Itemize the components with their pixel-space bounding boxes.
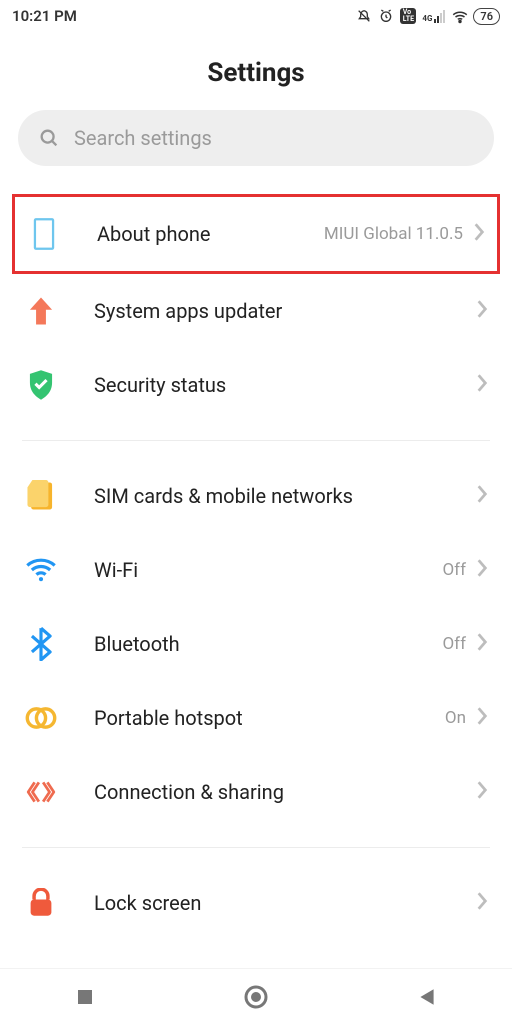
item-value: Off xyxy=(442,634,466,654)
status-time: 10:21 PM xyxy=(12,7,77,25)
connection-icon xyxy=(24,775,58,809)
chevron-right-icon xyxy=(476,706,488,731)
page-title: Settings xyxy=(0,32,512,110)
section-divider xyxy=(22,440,490,441)
shield-icon xyxy=(24,368,58,402)
wifi-icon xyxy=(24,553,58,587)
wifi-status-icon xyxy=(451,8,467,24)
nav-back-button[interactable] xyxy=(397,977,457,1017)
item-label: Wi-Fi xyxy=(94,558,442,582)
alarm-icon xyxy=(378,8,394,24)
item-sim-cards[interactable]: SIM cards & mobile networks xyxy=(0,459,512,533)
chevron-right-icon xyxy=(476,373,488,398)
status-bar: 10:21 PM VoLTE 4G 76 xyxy=(0,0,512,32)
about-phone-icon xyxy=(27,217,61,251)
search-placeholder: Search settings xyxy=(74,126,212,150)
item-label: Lock screen xyxy=(94,891,476,915)
item-label: Security status xyxy=(94,373,476,397)
lock-icon xyxy=(24,886,58,920)
item-bluetooth[interactable]: Bluetooth Off xyxy=(0,607,512,681)
volte-icon: VoLTE xyxy=(400,8,416,24)
item-connection-sharing[interactable]: Connection & sharing xyxy=(0,755,512,829)
signal-icon: 4G xyxy=(422,9,445,23)
status-right: VoLTE 4G 76 xyxy=(356,8,500,25)
item-lock-screen[interactable]: Lock screen xyxy=(0,866,512,940)
chevron-right-icon xyxy=(476,299,488,324)
chevron-right-icon xyxy=(476,632,488,657)
chevron-right-icon xyxy=(476,558,488,583)
search-icon xyxy=(38,127,60,149)
battery-indicator: 76 xyxy=(473,8,500,25)
item-label: Portable hotspot xyxy=(94,706,445,730)
item-label: Bluetooth xyxy=(94,632,442,656)
item-value: MIUI Global 11.0.5 xyxy=(324,224,463,244)
arrow-up-icon xyxy=(24,294,58,328)
do-not-disturb-icon xyxy=(356,8,372,24)
sim-icon xyxy=(24,479,58,513)
item-value: On xyxy=(445,708,466,728)
item-security-status[interactable]: Security status xyxy=(0,348,512,422)
search-input[interactable]: Search settings xyxy=(18,110,494,166)
settings-section-2: SIM cards & mobile networks Wi-Fi Off Bl… xyxy=(0,459,512,829)
item-label: Connection & sharing xyxy=(94,780,476,804)
item-about-phone[interactable]: About phone MIUI Global 11.0.5 xyxy=(12,194,500,274)
chevron-right-icon xyxy=(473,222,485,247)
item-value: Off xyxy=(442,560,466,580)
item-label: SIM cards & mobile networks xyxy=(94,484,476,508)
hotspot-icon xyxy=(24,701,58,735)
item-label: System apps updater xyxy=(94,299,476,323)
nav-recent-button[interactable] xyxy=(55,977,115,1017)
chevron-right-icon xyxy=(476,780,488,805)
nav-home-button[interactable] xyxy=(226,977,286,1017)
bluetooth-icon xyxy=(24,627,58,661)
settings-section-1: About phone MIUI Global 11.0.5 System ap… xyxy=(0,194,512,422)
chevron-right-icon xyxy=(476,891,488,916)
settings-section-3: Lock screen xyxy=(0,866,512,940)
chevron-right-icon xyxy=(476,484,488,509)
item-label: About phone xyxy=(97,222,324,246)
item-wifi[interactable]: Wi-Fi Off xyxy=(0,533,512,607)
item-hotspot[interactable]: Portable hotspot On xyxy=(0,681,512,755)
item-system-updater[interactable]: System apps updater xyxy=(0,274,512,348)
section-divider xyxy=(22,847,490,848)
system-nav-bar xyxy=(0,968,512,1024)
